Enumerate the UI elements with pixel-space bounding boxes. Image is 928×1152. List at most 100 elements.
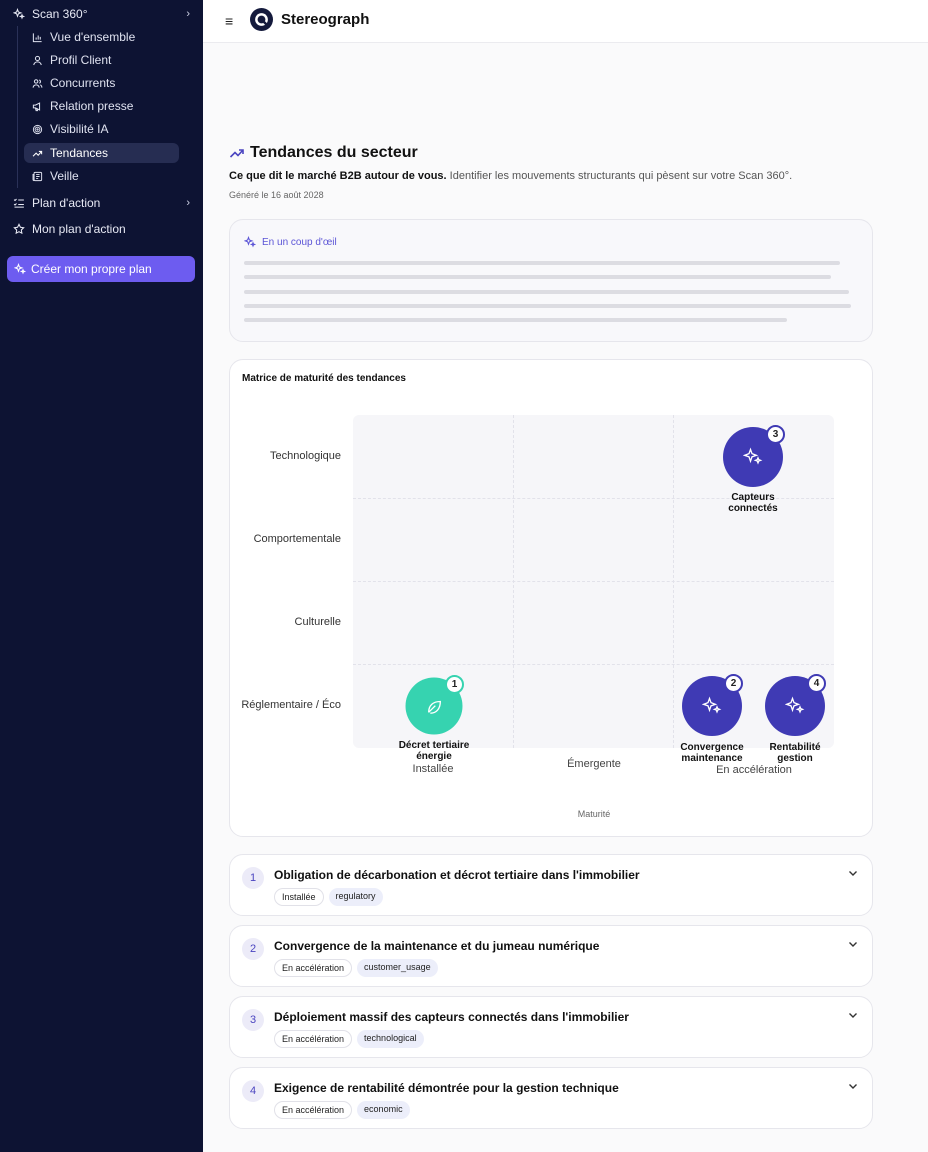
trend-tags: En accélération customer_usage xyxy=(274,959,438,977)
generated-date: Généré le 16 août 2028 xyxy=(229,190,324,200)
trend-number: 2 xyxy=(242,938,264,960)
stage-tag: En accélération xyxy=(274,959,353,977)
sidebar-item-vue-ensemble[interactable]: Vue d'ensemble xyxy=(24,27,179,47)
category-tag: technological xyxy=(357,1030,424,1048)
bubble-label-line: Rentabilité xyxy=(769,742,821,753)
sidebar-item-label: Mon plan d'action xyxy=(32,222,126,236)
list-checks-icon xyxy=(12,196,26,210)
bubble-label-line: Convergence xyxy=(680,742,744,753)
chevron-down-icon[interactable] xyxy=(847,938,859,950)
sidebar-item-label: Visibilité IA xyxy=(50,122,109,136)
sidebar-item-scan360[interactable]: Scan 360° › xyxy=(12,6,192,22)
users-icon xyxy=(30,76,44,90)
sidebar-item-label: Vue d'ensemble xyxy=(50,30,136,44)
trend-title: Déploiement massif des capteurs connecté… xyxy=(274,1010,629,1024)
menu-icon[interactable]: ≡ xyxy=(225,13,233,29)
loading-skeleton-line xyxy=(244,275,831,279)
chevron-right-icon: › xyxy=(186,197,190,209)
newspaper-icon xyxy=(30,169,44,183)
sidebar-item-label: Plan d'action xyxy=(32,196,101,210)
category-tag: economic xyxy=(357,1101,410,1119)
trend-card[interactable]: 3 Déploiement massif des capteurs connec… xyxy=(229,996,873,1058)
trend-bubble-label: Rentabilité gestion xyxy=(769,742,820,764)
bubble-label-line: énergie xyxy=(416,751,452,762)
grid-line xyxy=(353,664,834,665)
row-label-culturelle: Culturelle xyxy=(294,616,341,628)
page-description-text: Identifier les mouvements structurants q… xyxy=(446,170,793,182)
sparkles-icon xyxy=(785,696,805,714)
trend-bubble-badge: 3 xyxy=(766,425,785,444)
sidebar-item-veille[interactable]: Veille xyxy=(24,166,179,186)
top-bar: ≡ Stereograph xyxy=(203,0,928,43)
sidebar-item-concurrents[interactable]: Concurrents xyxy=(24,73,179,93)
trending-up-icon xyxy=(30,146,44,160)
row-label-reglementaire: Réglementaire / Éco xyxy=(241,699,341,711)
page-title-text: Tendances du secteur xyxy=(250,144,418,161)
row-label-comportementale: Comportementale xyxy=(253,533,341,545)
sidebar: Scan 360° › Vue d'ensemble Profil Client… xyxy=(0,0,203,1152)
trend-bubble-badge: 1 xyxy=(445,675,464,694)
matrix-title: Matrice de maturité des tendances xyxy=(242,373,406,384)
glance-card: En un coup d'œil xyxy=(229,219,873,342)
sparkles-icon xyxy=(12,7,26,21)
stage-tag: En accélération xyxy=(274,1101,353,1119)
trend-bubble-label: Capteurs connectés xyxy=(728,492,777,514)
category-tag: customer_usage xyxy=(357,959,438,977)
bubble-label-line: gestion xyxy=(777,753,813,764)
sidebar-item-plan-action[interactable]: Plan d'action › xyxy=(12,195,192,211)
row-label-technologique: Technologique xyxy=(270,450,341,462)
bubble-label-line: connectés xyxy=(728,503,778,514)
trend-tags: Installée regulatory xyxy=(274,888,383,906)
trend-card[interactable]: 1 Obligation de décarbonation et décrot … xyxy=(229,854,873,916)
create-plan-label: Créer mon propre plan xyxy=(31,262,152,276)
chevron-right-icon: › xyxy=(186,8,190,20)
trend-number: 4 xyxy=(242,1080,264,1102)
trend-tags: En accélération technological xyxy=(274,1030,424,1048)
loading-skeleton-line xyxy=(244,304,851,308)
sidebar-item-label: Relation presse xyxy=(50,99,134,113)
trend-number: 3 xyxy=(242,1009,264,1031)
page-description: Ce que dit le marché B2B autour de vous.… xyxy=(229,170,792,182)
loading-skeleton-line xyxy=(244,261,840,265)
star-icon xyxy=(12,222,26,236)
trend-tags: En accélération economic xyxy=(274,1101,410,1119)
sidebar-item-profil-client[interactable]: Profil Client xyxy=(24,50,179,70)
maturity-matrix-card: Matrice de maturité des tendances Techno… xyxy=(229,359,873,837)
sidebar-item-relation-presse[interactable]: Relation presse xyxy=(24,96,179,116)
trend-bubble-label: Convergence maintenance xyxy=(680,742,743,764)
sparkles-icon xyxy=(244,235,258,249)
stage-tag: En accélération xyxy=(274,1030,353,1048)
trending-up-icon xyxy=(229,144,247,162)
trend-number: 1 xyxy=(242,867,264,889)
grid-line xyxy=(353,581,834,582)
create-plan-button[interactable]: Créer mon propre plan xyxy=(7,256,195,282)
sidebar-sub-divider xyxy=(17,26,18,188)
trend-bubble-badge: 2 xyxy=(724,674,743,693)
leaf-icon xyxy=(427,700,441,714)
megaphone-icon xyxy=(30,99,44,113)
chevron-down-icon[interactable] xyxy=(847,1080,859,1092)
loading-skeleton-line xyxy=(244,318,787,322)
sparkles-icon xyxy=(702,696,722,714)
col-label-emergente: Émergente xyxy=(567,758,621,770)
bar-chart-icon xyxy=(30,30,44,44)
trend-card[interactable]: 4 Exigence de rentabilité démontrée pour… xyxy=(229,1067,873,1129)
sparkles-icon xyxy=(13,262,27,276)
brand-logo xyxy=(250,8,273,31)
col-label-acceleration: En accélération xyxy=(716,764,792,776)
sidebar-item-visibilite-ia[interactable]: Visibilité IA xyxy=(24,119,179,139)
trend-bubble-label: Décret tertiaire énergie xyxy=(399,740,470,762)
chevron-down-icon[interactable] xyxy=(847,1009,859,1021)
sidebar-item-mon-plan[interactable]: Mon plan d'action xyxy=(12,221,192,237)
bubble-label-line: Capteurs xyxy=(731,492,775,503)
sidebar-item-tendances[interactable]: Tendances xyxy=(24,143,179,163)
chevron-down-icon[interactable] xyxy=(847,867,859,879)
glance-title-text: En un coup d'œil xyxy=(262,236,337,248)
bubble-label-line: maintenance xyxy=(681,753,743,764)
trend-card[interactable]: 2 Convergence de la maintenance et du ju… xyxy=(229,925,873,987)
page-title: Tendances du secteur xyxy=(229,144,418,162)
brand-name: Stereograph xyxy=(281,11,370,28)
trend-bubble-badge: 4 xyxy=(807,674,826,693)
sidebar-item-label: Scan 360° xyxy=(32,7,88,21)
sidebar-item-label: Veille xyxy=(50,169,79,183)
